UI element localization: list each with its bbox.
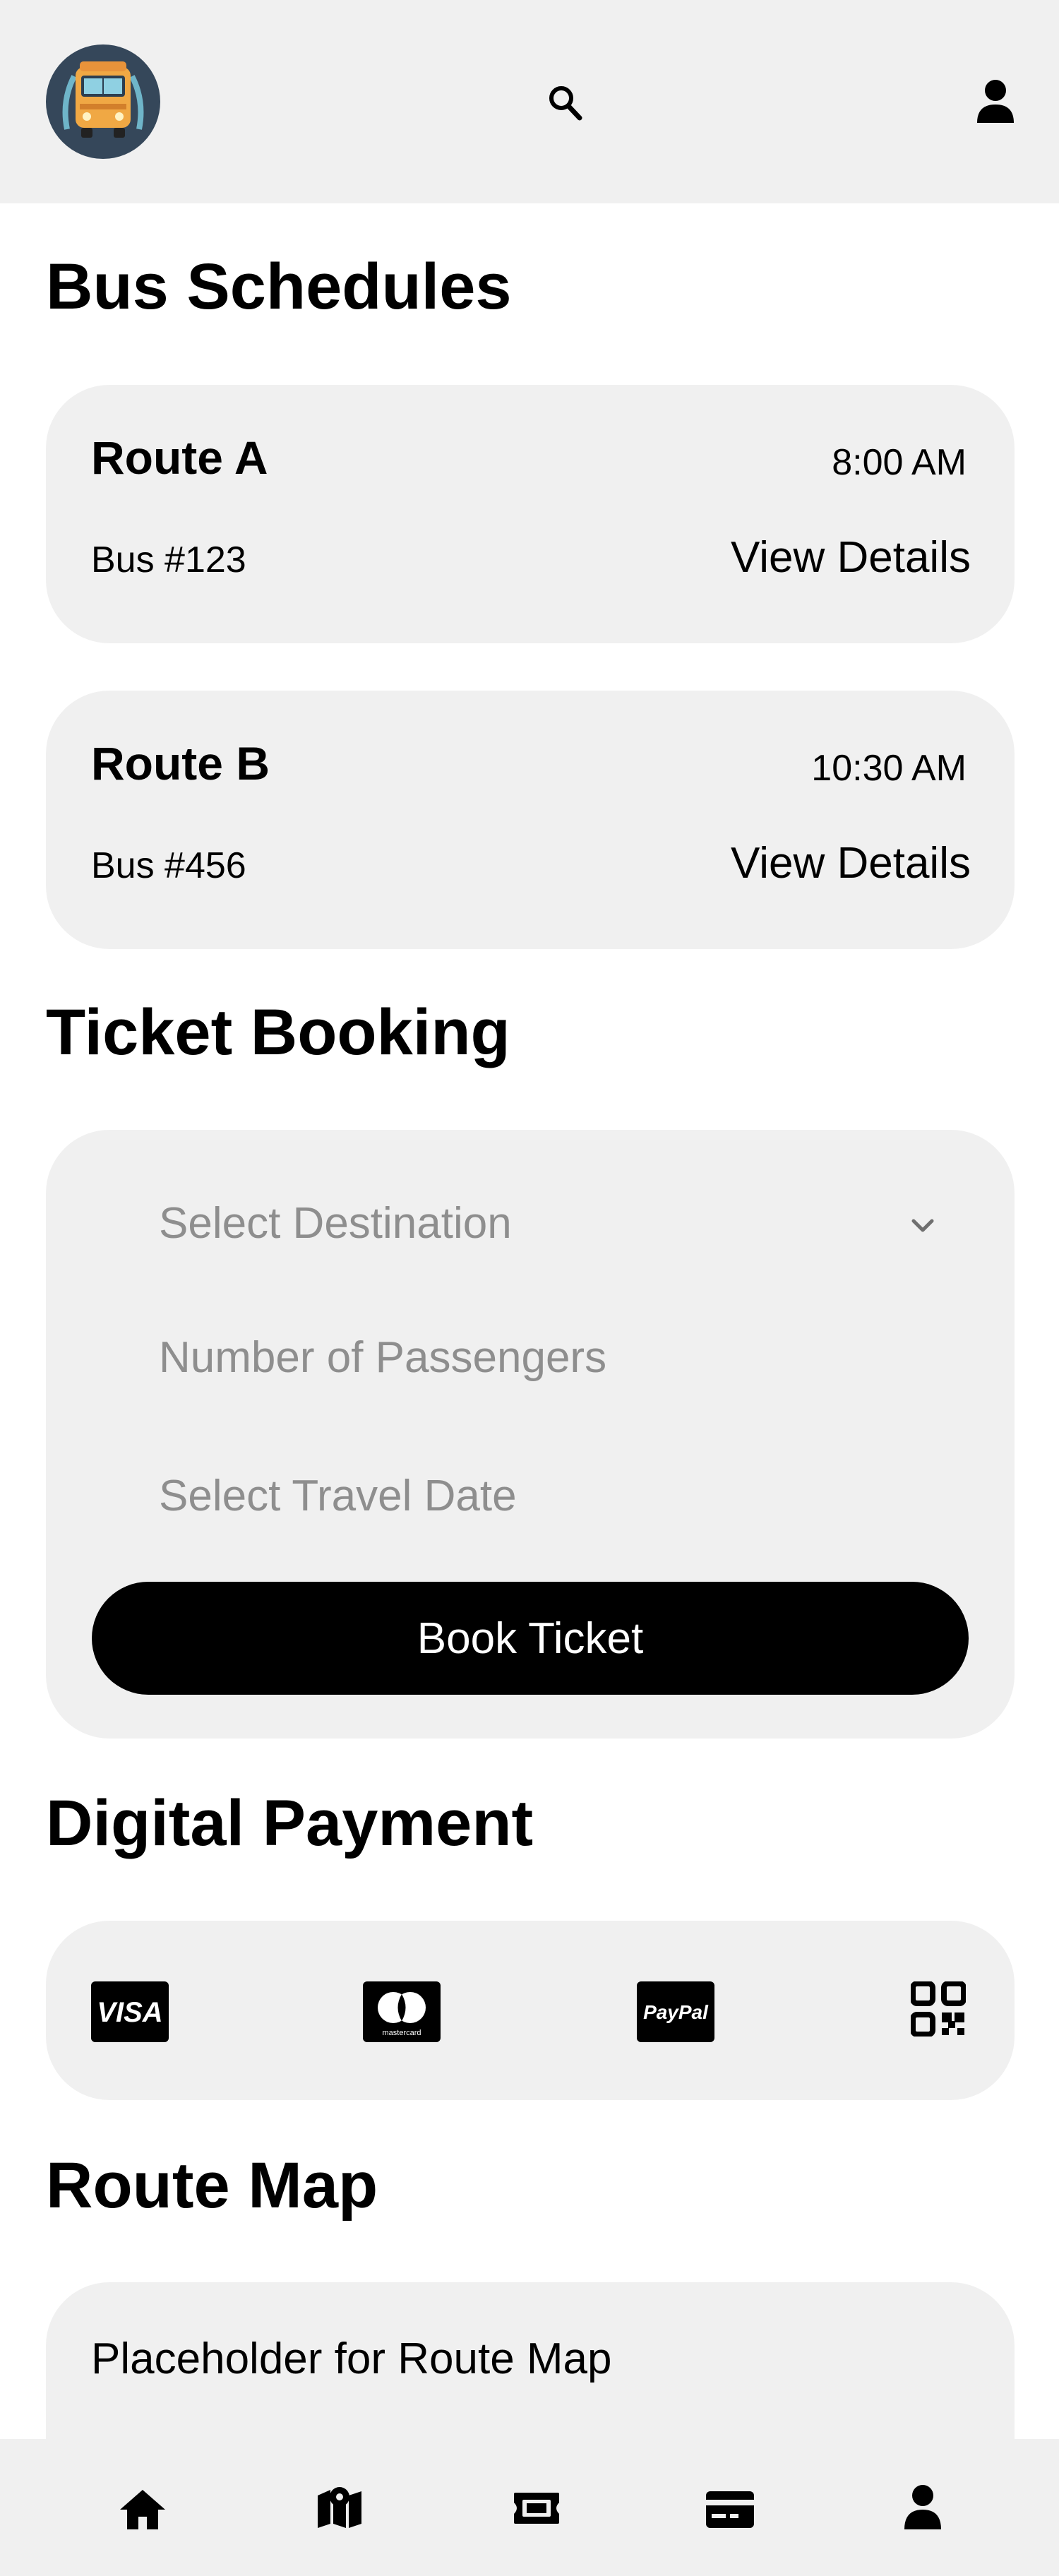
- credit-card-icon[interactable]: [706, 2491, 754, 2528]
- route-card[interactable]: Route B 10:30 AM Bus #456 View Details: [46, 691, 1015, 949]
- view-details-link[interactable]: View Details: [731, 842, 971, 886]
- chevron-down-icon[interactable]: [911, 1218, 935, 1234]
- destination-select[interactable]: Select Destination: [91, 1144, 964, 1278]
- paypal-icon[interactable]: PayPal: [637, 1981, 714, 2042]
- route-departure-time: 8:00 AM: [832, 442, 967, 483]
- search-icon[interactable]: [548, 85, 583, 121]
- bus-schedules-title: Bus Schedules: [46, 251, 512, 323]
- travel-date-placeholder: Select Travel Date: [159, 1472, 517, 1520]
- booking-form: Select Destination Number of Passengers …: [46, 1130, 1015, 1739]
- home-icon[interactable]: [119, 2488, 167, 2531]
- bus-logo-icon[interactable]: [46, 44, 160, 159]
- travel-date-input[interactable]: Select Travel Date: [91, 1419, 964, 1554]
- visa-icon[interactable]: VISA: [91, 1981, 169, 2042]
- route-name: Route A: [91, 431, 268, 484]
- user-icon[interactable]: [904, 2484, 942, 2529]
- digital-payment-title: Digital Payment: [46, 1787, 534, 1859]
- mastercard-icon[interactable]: mastercard: [363, 1981, 441, 2042]
- bus-number: Bus #456: [91, 845, 246, 886]
- book-ticket-button[interactable]: Book Ticket: [92, 1582, 969, 1695]
- passengers-placeholder: Number of Passengers: [159, 1333, 607, 1382]
- route-map-placeholder: Placeholder for Route Map: [91, 2334, 612, 2383]
- ticket-icon[interactable]: [513, 2491, 561, 2525]
- top-app-bar: [0, 0, 1059, 203]
- qr-code-icon[interactable]: [911, 1981, 966, 2037]
- destination-placeholder: Select Destination: [159, 1199, 512, 1248]
- map-icon[interactable]: [316, 2486, 363, 2529]
- svg-text:VISA: VISA: [97, 1997, 162, 2028]
- route-map-card[interactable]: Placeholder for Route Map: [46, 2282, 1015, 2439]
- svg-text:PayPal: PayPal: [643, 2001, 709, 2023]
- passengers-input[interactable]: Number of Passengers: [91, 1282, 964, 1409]
- ticket-booking-title: Ticket Booking: [46, 996, 510, 1068]
- payment-methods: VISA mastercard PayPal: [46, 1921, 1015, 2100]
- route-name: Route B: [91, 737, 270, 789]
- bus-number: Bus #123: [91, 539, 246, 580]
- view-details-link[interactable]: View Details: [731, 536, 971, 580]
- route-map-title: Route Map: [46, 2149, 378, 2222]
- user-icon[interactable]: [976, 79, 1015, 123]
- bottom-navigation: [0, 2439, 1059, 2576]
- route-departure-time: 10:30 AM: [811, 748, 967, 789]
- svg-text:mastercard: mastercard: [382, 2029, 421, 2037]
- route-card[interactable]: Route A 8:00 AM Bus #123 View Details: [46, 385, 1015, 643]
